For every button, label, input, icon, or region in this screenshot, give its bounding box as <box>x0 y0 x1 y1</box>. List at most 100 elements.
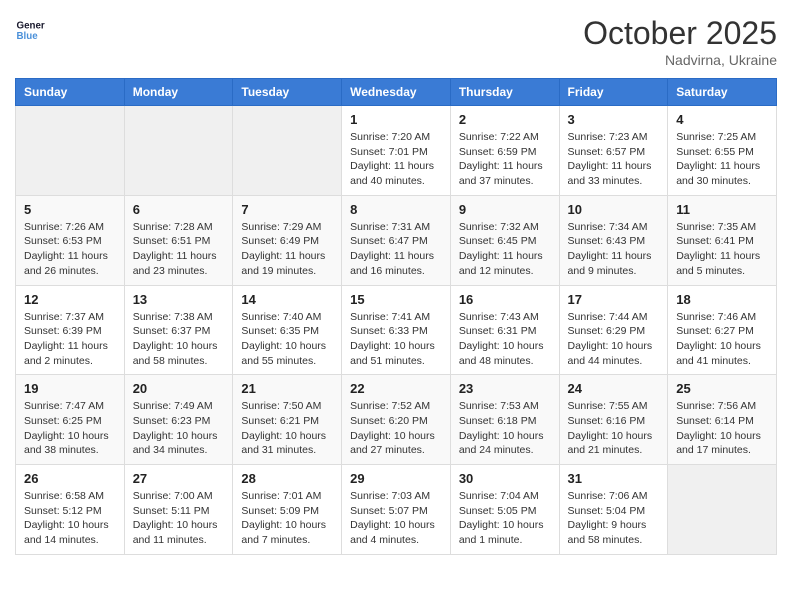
day-number: 15 <box>350 292 442 307</box>
day-number: 18 <box>676 292 768 307</box>
calendar-cell: 24Sunrise: 7:55 AM Sunset: 6:16 PM Dayli… <box>559 375 668 465</box>
svg-text:Blue: Blue <box>17 31 39 42</box>
calendar-cell: 15 Sunrise: 7:41 AM Sunset: 6:33 PM Dayli… <box>342 285 451 375</box>
calendar-cell: 21 Sunrise: 7:50 AM Sunset: 6:21 PM Dayli… <box>233 375 342 465</box>
calendar-cell: 14 Sunrise: 7:40 AM Sunset: 6:35 PM Dayli… <box>233 285 342 375</box>
day-of-week-header: Tuesday <box>233 79 342 106</box>
page-header: GeneralBlue October 2025 Nadvirna, Ukrai… <box>15 15 777 68</box>
calendar-cell <box>124 106 233 196</box>
calendar-cell: 8Sunrise: 7:31 AM Sunset: 6:47 PM Daylig… <box>342 195 451 285</box>
day-info: Sunrise: 7:38 AM Sunset: 6:37 PM Dayligh… <box>133 310 225 369</box>
calendar-cell: 23 Sunrise: 7:53 AM Sunset: 6:18 PM Dayli… <box>450 375 559 465</box>
calendar-cell: 4Sunrise: 7:25 AM Sunset: 6:55 PM Daylig… <box>668 106 777 196</box>
calendar-cell: 26Sunrise: 6:58 AM Sunset: 5:12 PM Dayli… <box>16 465 125 555</box>
day-number: 25 <box>676 381 768 396</box>
day-info: Sunrise: 7:25 AM Sunset: 6:55 PM Dayligh… <box>676 130 768 189</box>
calendar-cell <box>233 106 342 196</box>
day-number: 6 <box>133 202 225 217</box>
day-info: Sunrise: 7:43 AM Sunset: 6:31 PM Dayligh… <box>459 310 551 369</box>
day-number: 29 <box>350 471 442 486</box>
day-number: 27 <box>133 471 225 486</box>
calendar-cell: 20 Sunrise: 7:49 AM Sunset: 6:23 PM Dayli… <box>124 375 233 465</box>
calendar-cell: 6 Sunrise: 7:28 AM Sunset: 6:51 PM Daylig… <box>124 195 233 285</box>
day-number: 28 <box>241 471 333 486</box>
title-block: October 2025 Nadvirna, Ukraine <box>583 15 777 68</box>
calendar-cell: 25 Sunrise: 7:56 AM Sunset: 6:14 PM Dayli… <box>668 375 777 465</box>
calendar-cell: 5 Sunrise: 7:26 AM Sunset: 6:53 PM Daylig… <box>16 195 125 285</box>
calendar-cell: 7 Sunrise: 7:29 AM Sunset: 6:49 PM Daylig… <box>233 195 342 285</box>
svg-text:General: General <box>17 21 46 32</box>
day-info: Sunrise: 7:52 AM Sunset: 6:20 PM Dayligh… <box>350 399 442 458</box>
day-of-week-header: Sunday <box>16 79 125 106</box>
day-info: Sunrise: 7:22 AM Sunset: 6:59 PM Dayligh… <box>459 130 551 189</box>
day-info: Sunrise: 7:35 AM Sunset: 6:41 PM Dayligh… <box>676 220 768 279</box>
day-number: 14 <box>241 292 333 307</box>
day-info: Sunrise: 7:26 AM Sunset: 6:53 PM Dayligh… <box>24 220 116 279</box>
day-number: 30 <box>459 471 551 486</box>
day-info: Sunrise: 7:56 AM Sunset: 6:14 PM Dayligh… <box>676 399 768 458</box>
day-info: Sunrise: 7:49 AM Sunset: 6:23 PM Dayligh… <box>133 399 225 458</box>
day-info: Sunrise: 7:50 AM Sunset: 6:21 PM Dayligh… <box>241 399 333 458</box>
day-info: Sunrise: 7:46 AM Sunset: 6:27 PM Dayligh… <box>676 310 768 369</box>
day-info: Sunrise: 7:47 AM Sunset: 6:25 PM Dayligh… <box>24 399 116 458</box>
day-number: 26 <box>24 471 116 486</box>
day-number: 23 <box>459 381 551 396</box>
calendar-cell: 13Sunrise: 7:38 AM Sunset: 6:37 PM Dayli… <box>124 285 233 375</box>
day-number: 9 <box>459 202 551 217</box>
day-of-week-header: Friday <box>559 79 668 106</box>
day-info: Sunrise: 7:28 AM Sunset: 6:51 PM Dayligh… <box>133 220 225 279</box>
logo: GeneralBlue <box>15 15 45 45</box>
day-number: 7 <box>241 202 333 217</box>
day-number: 31 <box>568 471 660 486</box>
day-info: Sunrise: 7:04 AM Sunset: 5:05 PM Dayligh… <box>459 489 551 548</box>
day-info: Sunrise: 7:01 AM Sunset: 5:09 PM Dayligh… <box>241 489 333 548</box>
day-number: 10 <box>568 202 660 217</box>
day-number: 16 <box>459 292 551 307</box>
calendar-cell: 22 Sunrise: 7:52 AM Sunset: 6:20 PM Dayli… <box>342 375 451 465</box>
day-number: 11 <box>676 202 768 217</box>
calendar-cell: 17 Sunrise: 7:44 AM Sunset: 6:29 PM Dayli… <box>559 285 668 375</box>
calendar-cell <box>668 465 777 555</box>
day-of-week-header: Thursday <box>450 79 559 106</box>
day-info: Sunrise: 7:29 AM Sunset: 6:49 PM Dayligh… <box>241 220 333 279</box>
calendar-cell: 16 Sunrise: 7:43 AM Sunset: 6:31 PM Dayli… <box>450 285 559 375</box>
calendar-table: SundayMondayTuesdayWednesdayThursdayFrid… <box>15 78 777 555</box>
day-number: 12 <box>24 292 116 307</box>
day-info: Sunrise: 7:41 AM Sunset: 6:33 PM Dayligh… <box>350 310 442 369</box>
day-number: 20 <box>133 381 225 396</box>
day-info: Sunrise: 7:31 AM Sunset: 6:47 PM Dayligh… <box>350 220 442 279</box>
calendar-cell: 27 Sunrise: 7:00 AM Sunset: 5:11 PM Dayli… <box>124 465 233 555</box>
day-of-week-header: Saturday <box>668 79 777 106</box>
calendar-cell: 28 Sunrise: 7:01 AM Sunset: 5:09 PM Dayli… <box>233 465 342 555</box>
calendar-header-row: SundayMondayTuesdayWednesdayThursdayFrid… <box>16 79 777 106</box>
day-info: Sunrise: 7:34 AM Sunset: 6:43 PM Dayligh… <box>568 220 660 279</box>
day-info: Sunrise: 7:20 AM Sunset: 7:01 PM Dayligh… <box>350 130 442 189</box>
day-info: Sunrise: 7:44 AM Sunset: 6:29 PM Dayligh… <box>568 310 660 369</box>
calendar-cell: 9Sunrise: 7:32 AM Sunset: 6:45 PM Daylig… <box>450 195 559 285</box>
location-subtitle: Nadvirna, Ukraine <box>583 52 777 68</box>
calendar-week-row: 26Sunrise: 6:58 AM Sunset: 5:12 PM Dayli… <box>16 465 777 555</box>
day-info: Sunrise: 7:53 AM Sunset: 6:18 PM Dayligh… <box>459 399 551 458</box>
day-number: 2 <box>459 112 551 127</box>
calendar-cell: 2 Sunrise: 7:22 AM Sunset: 6:59 PM Daylig… <box>450 106 559 196</box>
day-info: Sunrise: 7:00 AM Sunset: 5:11 PM Dayligh… <box>133 489 225 548</box>
day-info: Sunrise: 7:40 AM Sunset: 6:35 PM Dayligh… <box>241 310 333 369</box>
calendar-week-row: 12 Sunrise: 7:37 AM Sunset: 6:39 PM Dayli… <box>16 285 777 375</box>
day-info: Sunrise: 7:23 AM Sunset: 6:57 PM Dayligh… <box>568 130 660 189</box>
calendar-cell: 18 Sunrise: 7:46 AM Sunset: 6:27 PM Dayli… <box>668 285 777 375</box>
day-info: Sunrise: 7:37 AM Sunset: 6:39 PM Dayligh… <box>24 310 116 369</box>
day-number: 17 <box>568 292 660 307</box>
day-of-week-header: Wednesday <box>342 79 451 106</box>
calendar-cell: 3Sunrise: 7:23 AM Sunset: 6:57 PM Daylig… <box>559 106 668 196</box>
day-info: Sunrise: 7:06 AM Sunset: 5:04 PM Dayligh… <box>568 489 660 548</box>
calendar-cell: 19 Sunrise: 7:47 AM Sunset: 6:25 PM Dayli… <box>16 375 125 465</box>
day-number: 21 <box>241 381 333 396</box>
day-number: 5 <box>24 202 116 217</box>
calendar-week-row: 1Sunrise: 7:20 AM Sunset: 7:01 PM Daylig… <box>16 106 777 196</box>
day-of-week-header: Monday <box>124 79 233 106</box>
day-number: 22 <box>350 381 442 396</box>
calendar-cell: 30 Sunrise: 7:04 AM Sunset: 5:05 PM Dayli… <box>450 465 559 555</box>
calendar-cell: 1Sunrise: 7:20 AM Sunset: 7:01 PM Daylig… <box>342 106 451 196</box>
day-number: 19 <box>24 381 116 396</box>
calendar-cell: 31 Sunrise: 7:06 AM Sunset: 5:04 PM Dayli… <box>559 465 668 555</box>
